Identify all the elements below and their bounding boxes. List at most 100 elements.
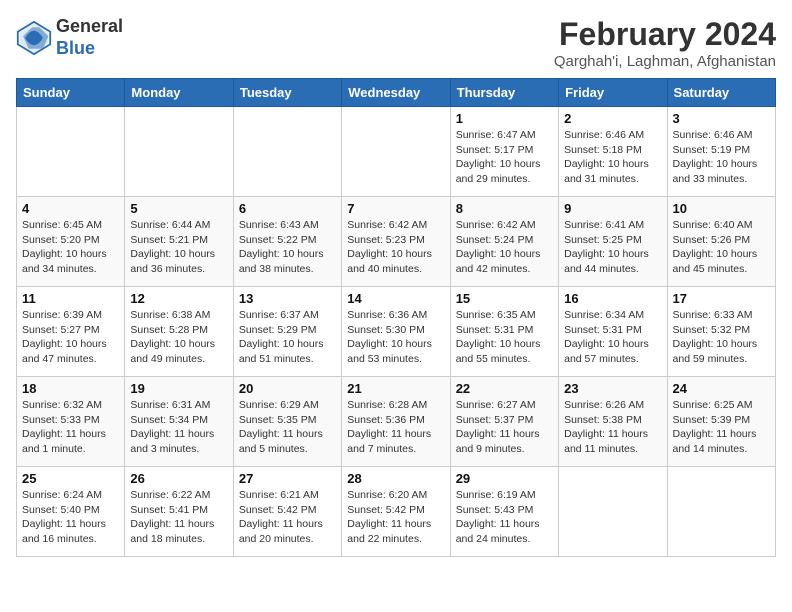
- day-info: Sunrise: 6:37 AM Sunset: 5:29 PM Dayligh…: [239, 308, 336, 367]
- day-cell: 10 Sunrise: 6:40 AM Sunset: 5:26 PM Dayli…: [667, 197, 775, 287]
- day-number: 21: [347, 381, 444, 396]
- day-cell: 23Sunrise: 6:26 AM Sunset: 5:38 PM Dayli…: [559, 377, 667, 467]
- day-cell: [667, 467, 775, 557]
- day-cell: 12 Sunrise: 6:38 AM Sunset: 5:28 PM Dayli…: [125, 287, 233, 377]
- day-number: 23: [564, 381, 661, 396]
- day-info: Sunrise: 6:46 AM Sunset: 5:18 PM Dayligh…: [564, 128, 661, 187]
- day-cell: [342, 107, 450, 197]
- day-number: 16: [564, 291, 661, 306]
- day-cell: 14 Sunrise: 6:36 AM Sunset: 5:30 PM Dayli…: [342, 287, 450, 377]
- calendar-table: SundayMondayTuesdayWednesdayThursdayFrid…: [16, 78, 776, 557]
- day-info: Sunrise: 6:24 AM Sunset: 5:40 PM Dayligh…: [22, 488, 119, 547]
- day-number: 18: [22, 381, 119, 396]
- week-row-3: 11 Sunrise: 6:39 AM Sunset: 5:27 PM Dayli…: [17, 287, 776, 377]
- day-number: 1: [456, 111, 553, 126]
- day-number: 14: [347, 291, 444, 306]
- day-cell: 13Sunrise: 6:37 AM Sunset: 5:29 PM Dayli…: [233, 287, 341, 377]
- day-number: 15: [456, 291, 553, 306]
- day-cell: 19 Sunrise: 6:31 AM Sunset: 5:34 PM Dayli…: [125, 377, 233, 467]
- day-info: Sunrise: 6:44 AM Sunset: 5:21 PM Dayligh…: [130, 218, 227, 277]
- day-info: Sunrise: 6:39 AM Sunset: 5:27 PM Dayligh…: [22, 308, 119, 367]
- day-number: 29: [456, 471, 553, 486]
- day-number: 17: [673, 291, 770, 306]
- day-number: 9: [564, 201, 661, 216]
- day-info: Sunrise: 6:22 AM Sunset: 5:41 PM Dayligh…: [130, 488, 227, 547]
- day-number: 2: [564, 111, 661, 126]
- day-info: Sunrise: 6:29 AM Sunset: 5:35 PM Dayligh…: [239, 398, 336, 457]
- day-info: Sunrise: 6:20 AM Sunset: 5:42 PM Dayligh…: [347, 488, 444, 547]
- day-cell: 8Sunrise: 6:42 AM Sunset: 5:24 PM Daylig…: [450, 197, 558, 287]
- day-number: 12: [130, 291, 227, 306]
- day-cell: [559, 467, 667, 557]
- day-info: Sunrise: 6:28 AM Sunset: 5:36 PM Dayligh…: [347, 398, 444, 457]
- day-info: Sunrise: 6:31 AM Sunset: 5:34 PM Dayligh…: [130, 398, 227, 457]
- day-info: Sunrise: 6:45 AM Sunset: 5:20 PM Dayligh…: [22, 218, 119, 277]
- day-cell: 3 Sunrise: 6:46 AM Sunset: 5:19 PM Daylig…: [667, 107, 775, 197]
- day-number: 28: [347, 471, 444, 486]
- day-cell: 28 Sunrise: 6:20 AM Sunset: 5:42 PM Dayli…: [342, 467, 450, 557]
- column-header-wednesday: Wednesday: [342, 79, 450, 107]
- day-cell: [125, 107, 233, 197]
- day-info: Sunrise: 6:27 AM Sunset: 5:37 PM Dayligh…: [456, 398, 553, 457]
- column-header-tuesday: Tuesday: [233, 79, 341, 107]
- calendar-subtitle: Qarghah'i, Laghman, Afghanistan: [554, 53, 776, 70]
- calendar-title: February 2024: [554, 16, 776, 53]
- day-number: 3: [673, 111, 770, 126]
- day-number: 24: [673, 381, 770, 396]
- week-row-2: 4 Sunrise: 6:45 AM Sunset: 5:20 PM Daylig…: [17, 197, 776, 287]
- day-cell: [17, 107, 125, 197]
- day-number: 26: [130, 471, 227, 486]
- day-cell: 1 Sunrise: 6:47 AM Sunset: 5:17 PM Daylig…: [450, 107, 558, 197]
- day-info: Sunrise: 6:35 AM Sunset: 5:31 PM Dayligh…: [456, 308, 553, 367]
- day-cell: 22 Sunrise: 6:27 AM Sunset: 5:37 PM Dayli…: [450, 377, 558, 467]
- day-number: 8: [456, 201, 553, 216]
- day-cell: 20Sunrise: 6:29 AM Sunset: 5:35 PM Dayli…: [233, 377, 341, 467]
- day-cell: 17 Sunrise: 6:33 AM Sunset: 5:32 PM Dayli…: [667, 287, 775, 377]
- day-cell: 6 Sunrise: 6:43 AM Sunset: 5:22 PM Daylig…: [233, 197, 341, 287]
- day-number: 6: [239, 201, 336, 216]
- day-info: Sunrise: 6:34 AM Sunset: 5:31 PM Dayligh…: [564, 308, 661, 367]
- day-cell: 18 Sunrise: 6:32 AM Sunset: 5:33 PM Dayli…: [17, 377, 125, 467]
- day-info: Sunrise: 6:33 AM Sunset: 5:32 PM Dayligh…: [673, 308, 770, 367]
- day-cell: 5 Sunrise: 6:44 AM Sunset: 5:21 PM Daylig…: [125, 197, 233, 287]
- day-number: 10: [673, 201, 770, 216]
- day-info: Sunrise: 6:38 AM Sunset: 5:28 PM Dayligh…: [130, 308, 227, 367]
- column-header-monday: Monday: [125, 79, 233, 107]
- day-cell: 25 Sunrise: 6:24 AM Sunset: 5:40 PM Dayli…: [17, 467, 125, 557]
- day-number: 27: [239, 471, 336, 486]
- day-info: Sunrise: 6:47 AM Sunset: 5:17 PM Dayligh…: [456, 128, 553, 187]
- day-info: Sunrise: 6:21 AM Sunset: 5:42 PM Dayligh…: [239, 488, 336, 547]
- header: General Blue February 2024 Qarghah'i, La…: [16, 16, 776, 70]
- day-info: Sunrise: 6:40 AM Sunset: 5:26 PM Dayligh…: [673, 218, 770, 277]
- day-cell: 4 Sunrise: 6:45 AM Sunset: 5:20 PM Daylig…: [17, 197, 125, 287]
- day-number: 19: [130, 381, 227, 396]
- column-header-sunday: Sunday: [17, 79, 125, 107]
- day-number: 4: [22, 201, 119, 216]
- column-header-thursday: Thursday: [450, 79, 558, 107]
- title-area: February 2024 Qarghah'i, Laghman, Afghan…: [554, 16, 776, 70]
- day-cell: 24Sunrise: 6:25 AM Sunset: 5:39 PM Dayli…: [667, 377, 775, 467]
- day-number: 7: [347, 201, 444, 216]
- day-info: Sunrise: 6:43 AM Sunset: 5:22 PM Dayligh…: [239, 218, 336, 277]
- day-info: Sunrise: 6:46 AM Sunset: 5:19 PM Dayligh…: [673, 128, 770, 187]
- day-cell: 27 Sunrise: 6:21 AM Sunset: 5:42 PM Dayli…: [233, 467, 341, 557]
- day-number: 22: [456, 381, 553, 396]
- day-info: Sunrise: 6:32 AM Sunset: 5:33 PM Dayligh…: [22, 398, 119, 457]
- day-info: Sunrise: 6:19 AM Sunset: 5:43 PM Dayligh…: [456, 488, 553, 547]
- day-info: Sunrise: 6:41 AM Sunset: 5:25 PM Dayligh…: [564, 218, 661, 277]
- column-header-saturday: Saturday: [667, 79, 775, 107]
- day-number: 5: [130, 201, 227, 216]
- day-cell: 7 Sunrise: 6:42 AM Sunset: 5:23 PM Daylig…: [342, 197, 450, 287]
- day-number: 25: [22, 471, 119, 486]
- day-cell: [233, 107, 341, 197]
- day-info: Sunrise: 6:42 AM Sunset: 5:23 PM Dayligh…: [347, 218, 444, 277]
- day-cell: 26 Sunrise: 6:22 AM Sunset: 5:41 PM Dayli…: [125, 467, 233, 557]
- column-header-friday: Friday: [559, 79, 667, 107]
- day-info: Sunrise: 6:36 AM Sunset: 5:30 PM Dayligh…: [347, 308, 444, 367]
- week-row-4: 18 Sunrise: 6:32 AM Sunset: 5:33 PM Dayli…: [17, 377, 776, 467]
- day-cell: 16 Sunrise: 6:34 AM Sunset: 5:31 PM Dayli…: [559, 287, 667, 377]
- header-row: SundayMondayTuesdayWednesdayThursdayFrid…: [17, 79, 776, 107]
- day-cell: 9 Sunrise: 6:41 AM Sunset: 5:25 PM Daylig…: [559, 197, 667, 287]
- day-number: 11: [22, 291, 119, 306]
- logo: General Blue: [16, 16, 123, 59]
